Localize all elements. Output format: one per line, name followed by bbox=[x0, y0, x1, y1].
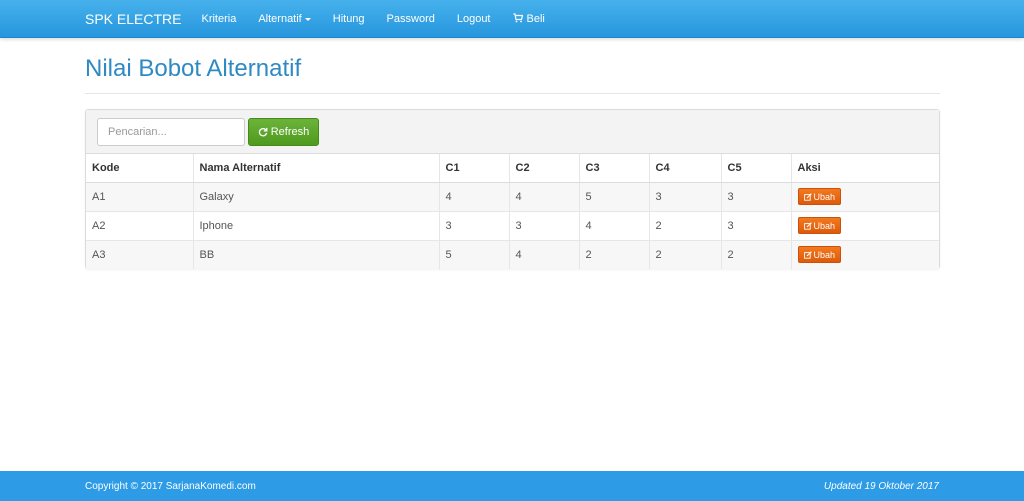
cell-c4: 3 bbox=[649, 182, 722, 211]
table-header-row: Kode Nama Alternatif C1 C2 C3 C4 C5 Aksi bbox=[86, 154, 939, 183]
caret-down-icon bbox=[304, 17, 311, 21]
table-row: A2 Iphone 3 3 4 2 3 Ubah bbox=[86, 211, 939, 240]
ubah-button[interactable]: Ubah bbox=[797, 217, 842, 234]
cell-kode: A3 bbox=[86, 240, 194, 269]
cell-c1: 3 bbox=[439, 211, 510, 240]
nav-item-hitung[interactable]: Hitung bbox=[333, 13, 365, 25]
ubah-label: Ubah bbox=[813, 220, 836, 231]
edit-icon bbox=[803, 192, 812, 201]
column-header-nama: Nama Alternatif bbox=[193, 154, 440, 183]
cell-aksi: Ubah bbox=[791, 211, 939, 240]
footer-updated: Updated 19 Oktober 2017 bbox=[823, 481, 939, 492]
cell-nama: BB bbox=[193, 240, 440, 269]
alternatif-panel: Refresh Kode Nama Alternatif C1 C2 C3 C4… bbox=[85, 109, 940, 269]
cell-c5: 2 bbox=[721, 240, 792, 269]
nav-item-alternatif-dropdown[interactable]: Alternatif bbox=[258, 13, 311, 25]
ubah-label: Ubah bbox=[813, 249, 836, 260]
navbar-inner: SPK ELECTRE Kriteria Alternatif Hitung P… bbox=[85, 0, 567, 38]
cell-c4: 2 bbox=[649, 240, 722, 269]
column-header-c4: C4 bbox=[649, 154, 722, 183]
search-input[interactable] bbox=[97, 118, 245, 146]
refresh-button[interactable]: Refresh bbox=[248, 118, 319, 146]
nav-item-beli[interactable]: Beli bbox=[513, 12, 545, 26]
cell-c2: 4 bbox=[509, 240, 580, 269]
cell-c1: 4 bbox=[439, 182, 510, 211]
cell-c3: 2 bbox=[579, 240, 650, 269]
column-header-c2: C2 bbox=[509, 154, 580, 183]
refresh-icon bbox=[258, 127, 268, 137]
nav-item-kriteria[interactable]: Kriteria bbox=[201, 13, 236, 25]
nav-label: Logout bbox=[456, 13, 491, 25]
column-header-c3: C3 bbox=[579, 154, 650, 183]
ubah-button[interactable]: Ubah bbox=[797, 188, 842, 205]
cell-c2: 3 bbox=[509, 211, 580, 240]
panel-toolbar: Refresh bbox=[86, 110, 939, 154]
column-header-aksi: Aksi bbox=[791, 154, 939, 183]
cart-icon bbox=[513, 12, 523, 26]
cell-c3: 5 bbox=[579, 182, 650, 211]
cell-c5: 3 bbox=[721, 182, 792, 211]
table-row: A1 Galaxy 4 4 5 3 3 Ubah bbox=[86, 182, 939, 211]
nav-label: Alternatif bbox=[258, 13, 302, 25]
cell-c2: 4 bbox=[509, 182, 580, 211]
cell-c4: 2 bbox=[649, 211, 722, 240]
cell-c1: 5 bbox=[439, 240, 510, 269]
footer-copyright: Copyright © 2017 SarjanaKomedi.com bbox=[85, 481, 256, 492]
edit-icon bbox=[803, 250, 812, 259]
brand-link[interactable]: SPK ELECTRE bbox=[85, 11, 181, 27]
page-footer: Copyright © 2017 SarjanaKomedi.com Updat… bbox=[0, 471, 1024, 501]
nav-label: Beli bbox=[526, 13, 545, 25]
edit-icon bbox=[803, 221, 812, 230]
cell-kode: A2 bbox=[86, 211, 194, 240]
nav-label: Kriteria bbox=[201, 13, 237, 25]
title-divider bbox=[85, 93, 940, 94]
cell-aksi: Ubah bbox=[791, 240, 939, 269]
nav-label: Password bbox=[386, 13, 435, 25]
column-header-c1: C1 bbox=[439, 154, 510, 183]
alternatif-table: Kode Nama Alternatif C1 C2 C3 C4 C5 Aksi… bbox=[86, 154, 939, 269]
ubah-button[interactable]: Ubah bbox=[797, 246, 842, 264]
cell-nama: Iphone bbox=[193, 211, 440, 240]
nav-item-password[interactable]: Password bbox=[387, 13, 435, 25]
table-row: A3 BB 5 4 2 2 2 Ubah bbox=[86, 240, 939, 269]
column-header-kode: Kode bbox=[86, 154, 194, 183]
top-navbar: SPK ELECTRE Kriteria Alternatif Hitung P… bbox=[0, 0, 1024, 38]
refresh-label: Refresh bbox=[270, 126, 310, 138]
cell-c3: 4 bbox=[579, 211, 650, 240]
page-title: Nilai Bobot Alternatif bbox=[85, 55, 302, 82]
ubah-label: Ubah bbox=[813, 191, 836, 202]
cell-nama: Galaxy bbox=[193, 182, 440, 211]
cell-c5: 3 bbox=[721, 211, 792, 240]
cell-aksi: Ubah bbox=[791, 182, 939, 211]
column-header-c5: C5 bbox=[721, 154, 792, 183]
cell-kode: A1 bbox=[86, 182, 194, 211]
nav-item-logout[interactable]: Logout bbox=[457, 13, 491, 25]
nav-label: Hitung bbox=[332, 13, 365, 25]
